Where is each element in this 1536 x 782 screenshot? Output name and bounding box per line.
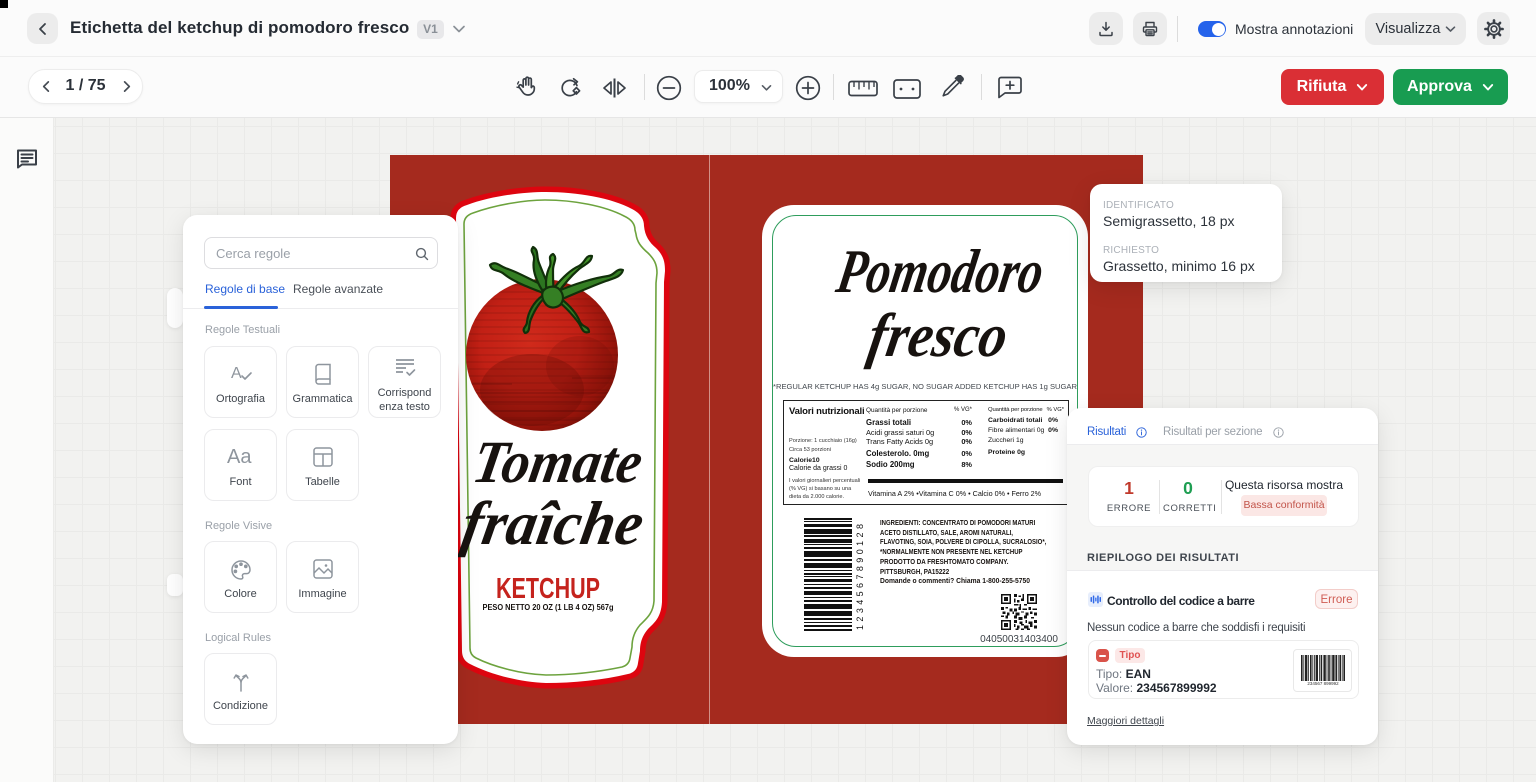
svg-text:fraîche: fraîche — [457, 488, 649, 557]
svg-text:PESO NETTO 20 OZ (1 LB 4 OZ) 5: PESO NETTO 20 OZ (1 LB 4 OZ) 567g — [483, 602, 614, 612]
svg-text:Tomate: Tomate — [468, 429, 648, 495]
svg-text:Aa: Aa — [227, 446, 252, 468]
svg-text:234567 899992: 234567 899992 — [1307, 681, 1339, 685]
svg-text:fresco: fresco — [863, 300, 1013, 369]
svg-text:KETCHUP: KETCHUP — [496, 573, 600, 605]
svg-text:1234567890128: 1234567890128 — [855, 524, 865, 630]
svg-text:Pomodoro: Pomodoro — [831, 236, 1049, 305]
svg-text:A: A — [231, 365, 242, 382]
